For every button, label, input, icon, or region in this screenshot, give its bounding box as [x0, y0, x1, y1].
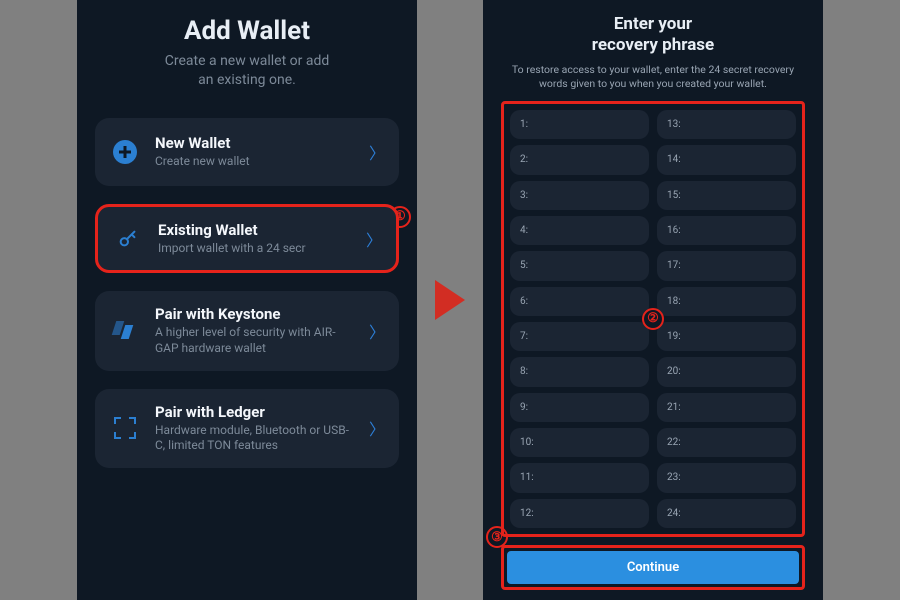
- recovery-word-input[interactable]: 12:: [510, 499, 649, 528]
- recovery-word-input[interactable]: 5:: [510, 251, 649, 280]
- page-title: Add Wallet: [95, 16, 399, 46]
- step-callout-2: ②: [642, 308, 664, 330]
- recovery-word-input[interactable]: 21:: [657, 393, 796, 422]
- page-title: Enter your recovery phrase: [501, 14, 805, 57]
- option-desc: Create new wallet: [155, 154, 355, 170]
- step-callout-3: ③: [486, 526, 508, 548]
- recovery-word-input[interactable]: 18:: [657, 287, 796, 316]
- recovery-word-input[interactable]: 24:: [657, 499, 796, 528]
- recovery-word-input[interactable]: 14:: [657, 145, 796, 174]
- recovery-word-input[interactable]: 9:: [510, 393, 649, 422]
- title-line: recovery phrase: [592, 35, 714, 55]
- page-subtitle: Create a new wallet or add an existing o…: [95, 52, 399, 90]
- continue-button-highlight: ③ Continue: [501, 545, 805, 590]
- add-wallet-screen: Add Wallet Create a new wallet or add an…: [77, 0, 417, 600]
- recovery-word-input[interactable]: 1:: [510, 110, 649, 139]
- option-desc: Import wallet with a 24 secr: [158, 241, 352, 257]
- option-pair-ledger[interactable]: Pair with Ledger Hardware module, Blueto…: [95, 389, 399, 468]
- ledger-icon: [109, 412, 141, 444]
- recovery-word-grid-container: ② 1: 13: 2: 14: 3: 15: 4: 16: 5: 17: 6: 18: 7: 19: 8: 2…: [501, 101, 805, 537]
- chevron-right-icon: 〉: [369, 140, 385, 164]
- recovery-word-input[interactable]: 11:: [510, 463, 649, 492]
- recovery-word-input[interactable]: 17:: [657, 251, 796, 280]
- recovery-word-input[interactable]: 13:: [657, 110, 796, 139]
- recovery-word-input[interactable]: 15:: [657, 181, 796, 210]
- recovery-word-input[interactable]: 8:: [510, 357, 649, 386]
- page-subtitle: To restore access to your wallet, enter …: [501, 63, 805, 91]
- recovery-word-input[interactable]: 20:: [657, 357, 796, 386]
- continue-button[interactable]: Continue: [507, 551, 799, 584]
- option-new-wallet[interactable]: New Wallet Create new wallet 〉: [95, 118, 399, 186]
- chevron-right-icon: 〉: [369, 416, 385, 440]
- recovery-word-input[interactable]: 10:: [510, 428, 649, 457]
- chevron-right-icon: 〉: [366, 227, 382, 251]
- wallet-option-list: ① New Wallet Create new wallet 〉 Existin…: [95, 118, 399, 468]
- chevron-right-icon: 〉: [369, 319, 385, 343]
- option-existing-wallet[interactable]: Existing Wallet Import wallet with a 24 …: [95, 204, 399, 274]
- recovery-phrase-screen: Enter your recovery phrase To restore ac…: [483, 0, 823, 600]
- recovery-word-input[interactable]: 6:: [510, 287, 649, 316]
- recovery-word-input[interactable]: 22:: [657, 428, 796, 457]
- title-line: Enter your: [614, 14, 692, 34]
- recovery-word-input[interactable]: 4:: [510, 216, 649, 245]
- recovery-word-input[interactable]: 16:: [657, 216, 796, 245]
- option-title: New Wallet: [155, 134, 355, 152]
- plus-circle-icon: [109, 136, 141, 168]
- recovery-word-input[interactable]: 3:: [510, 181, 649, 210]
- recovery-word-input[interactable]: 23:: [657, 463, 796, 492]
- recovery-word-input[interactable]: 2:: [510, 145, 649, 174]
- option-desc: Hardware module, Bluetooth or USB-C, lim…: [155, 423, 355, 454]
- flow-arrow-icon: [435, 280, 465, 320]
- option-title: Pair with Ledger: [155, 403, 355, 421]
- option-pair-keystone[interactable]: Pair with Keystone A higher level of sec…: [95, 291, 399, 370]
- keystone-icon: [109, 315, 141, 347]
- option-title: Pair with Keystone: [155, 305, 355, 323]
- recovery-word-input[interactable]: 19:: [657, 322, 796, 351]
- option-title: Existing Wallet: [158, 221, 352, 239]
- key-icon: [112, 223, 144, 255]
- subtitle-line: Create a new wallet or add: [165, 53, 330, 69]
- subtitle-line: an existing one.: [198, 72, 296, 88]
- option-desc: A higher level of security with AIR-GAP …: [155, 325, 355, 356]
- recovery-word-input[interactable]: 7:: [510, 322, 649, 351]
